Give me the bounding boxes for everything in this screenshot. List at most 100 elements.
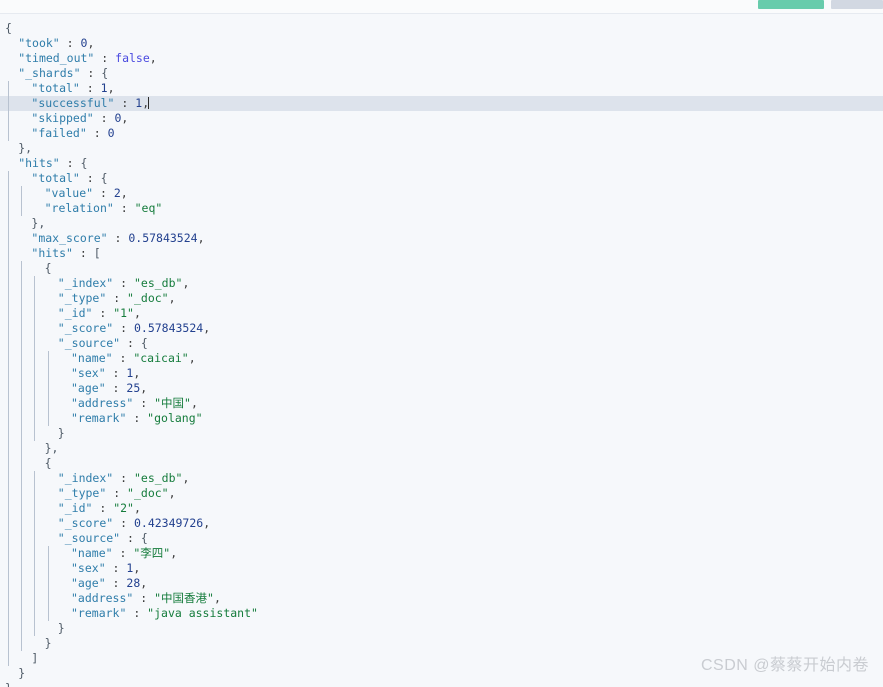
code-line[interactable]: "timed_out" : false, bbox=[0, 51, 883, 66]
code-line-text: "_type" : "_doc", bbox=[53, 291, 176, 306]
code-token-k: "took" bbox=[18, 36, 60, 50]
indent-guide bbox=[8, 426, 9, 441]
code-line[interactable]: "_id" : "2", bbox=[0, 501, 883, 516]
code-line[interactable]: "total" : 1, bbox=[0, 81, 883, 96]
code-line[interactable]: "took" : 0, bbox=[0, 36, 883, 51]
code-line[interactable]: "name" : "caicai", bbox=[0, 351, 883, 366]
code-token-k: "name" bbox=[71, 546, 113, 560]
code-line[interactable]: }, bbox=[0, 216, 883, 231]
code-token-p: : bbox=[120, 531, 141, 545]
indent-guides bbox=[0, 456, 883, 471]
indent-guide bbox=[34, 351, 36, 366]
code-line[interactable]: "hits" : { bbox=[0, 156, 883, 171]
code-line-text: } bbox=[53, 426, 65, 441]
code-token-k: "_score" bbox=[57, 321, 114, 335]
code-line[interactable]: "max_score" : 0.57843524, bbox=[0, 231, 883, 246]
code-token-p: : bbox=[133, 396, 155, 410]
code-editor[interactable]: {"took" : 0, "timed_out" : false, "_shards… bbox=[0, 15, 883, 687]
code-line[interactable]: "total" : { bbox=[0, 171, 883, 186]
code-line-text: "age" : 25, bbox=[66, 381, 147, 396]
indent-guide bbox=[21, 516, 23, 531]
code-token-p: , bbox=[87, 36, 95, 50]
indent-guide bbox=[8, 561, 9, 576]
indent-guide bbox=[8, 291, 9, 306]
code-line-list: {"took" : 0, "timed_out" : false, "_shards… bbox=[0, 15, 883, 687]
code-line[interactable]: { bbox=[0, 456, 883, 471]
code-token-p: , bbox=[140, 576, 148, 590]
indent-guide bbox=[21, 531, 23, 546]
indent-guide bbox=[21, 501, 23, 516]
code-token-k: "relation" bbox=[44, 201, 114, 215]
code-line[interactable]: "address" : "中国香港", bbox=[0, 591, 883, 606]
indent-guide bbox=[34, 366, 36, 381]
code-token-brk: { bbox=[44, 261, 52, 275]
indent-guide bbox=[34, 336, 36, 351]
code-line[interactable]: } bbox=[0, 636, 883, 651]
code-line[interactable]: "relation" : "eq" bbox=[0, 201, 883, 216]
indent-guide bbox=[21, 411, 23, 426]
code-line[interactable]: "sex" : 1, bbox=[0, 561, 883, 576]
code-token-brk: } bbox=[57, 621, 65, 635]
code-line[interactable]: } bbox=[0, 681, 883, 687]
indent-guide bbox=[21, 591, 23, 606]
indent-guide bbox=[8, 126, 9, 141]
indent-guide bbox=[8, 186, 9, 201]
secondary-action-button[interactable] bbox=[831, 0, 883, 9]
indent-guide bbox=[8, 516, 9, 531]
indent-guide bbox=[8, 456, 9, 471]
primary-action-button[interactable] bbox=[758, 0, 824, 9]
code-token-p: : bbox=[93, 111, 115, 125]
code-token-k: "value" bbox=[44, 186, 94, 200]
code-line[interactable]: "_shards" : { bbox=[0, 66, 883, 81]
indent-guide bbox=[21, 186, 23, 201]
code-line[interactable]: } bbox=[0, 621, 883, 636]
editor-toolbar bbox=[0, 0, 883, 14]
json-response-viewer: {"took" : 0, "timed_out" : false, "_shards… bbox=[0, 0, 883, 687]
code-line[interactable]: "age" : 25, bbox=[0, 381, 883, 396]
code-line[interactable]: { bbox=[0, 261, 883, 276]
code-line[interactable]: "address" : "中国", bbox=[0, 396, 883, 411]
code-line[interactable]: }, bbox=[0, 141, 883, 156]
code-line[interactable]: "_score" : 0.57843524, bbox=[0, 321, 883, 336]
indent-guide bbox=[8, 621, 9, 636]
code-token-p: : bbox=[105, 381, 127, 395]
code-line[interactable]: "name" : "李四", bbox=[0, 546, 883, 561]
code-line[interactable]: "value" : 2, bbox=[0, 186, 883, 201]
code-token-p: , bbox=[182, 471, 190, 485]
code-token-p: : bbox=[107, 231, 129, 245]
indent-guide bbox=[8, 636, 9, 651]
code-line[interactable]: "_index" : "es_db", bbox=[0, 471, 883, 486]
code-line[interactable]: "remark" : "java assistant" bbox=[0, 606, 883, 621]
code-line-text: } bbox=[40, 636, 52, 651]
indent-guide bbox=[8, 231, 9, 246]
code-line[interactable]: "skipped" : 0, bbox=[0, 111, 883, 126]
code-line-active[interactable]: "successful" : 1, bbox=[0, 96, 883, 111]
code-line[interactable]: "_source" : { bbox=[0, 531, 883, 546]
code-line[interactable]: "_source" : { bbox=[0, 336, 883, 351]
code-token-p: , bbox=[120, 186, 128, 200]
code-line[interactable]: }, bbox=[0, 441, 883, 456]
code-line[interactable]: } bbox=[0, 426, 883, 441]
code-token-p: , bbox=[168, 486, 176, 500]
code-line[interactable]: { bbox=[0, 21, 883, 36]
indent-guide bbox=[34, 486, 36, 501]
indent-guides bbox=[0, 186, 883, 201]
code-token-k: "remark" bbox=[71, 606, 127, 620]
code-line[interactable]: "_type" : "_doc", bbox=[0, 291, 883, 306]
code-line[interactable]: "_score" : 0.42349726, bbox=[0, 516, 883, 531]
code-line[interactable]: "_id" : "1", bbox=[0, 306, 883, 321]
code-token-p: , bbox=[197, 231, 205, 245]
code-line-text: "hits" : [ bbox=[26, 246, 100, 261]
code-line[interactable]: "_type" : "_doc", bbox=[0, 486, 883, 501]
indent-guides bbox=[0, 216, 883, 231]
code-line[interactable]: "failed" : 0 bbox=[0, 126, 883, 141]
code-line[interactable]: "sex" : 1, bbox=[0, 366, 883, 381]
code-line[interactable]: "remark" : "golang" bbox=[0, 411, 883, 426]
code-line[interactable]: "_index" : "es_db", bbox=[0, 276, 883, 291]
indent-guide bbox=[47, 561, 49, 576]
code-token-p: : bbox=[113, 276, 134, 290]
indent-guide bbox=[34, 591, 36, 606]
code-line[interactable]: "hits" : [ bbox=[0, 246, 883, 261]
code-line[interactable]: "age" : 28, bbox=[0, 576, 883, 591]
code-line-text: "_source" : { bbox=[53, 531, 148, 546]
